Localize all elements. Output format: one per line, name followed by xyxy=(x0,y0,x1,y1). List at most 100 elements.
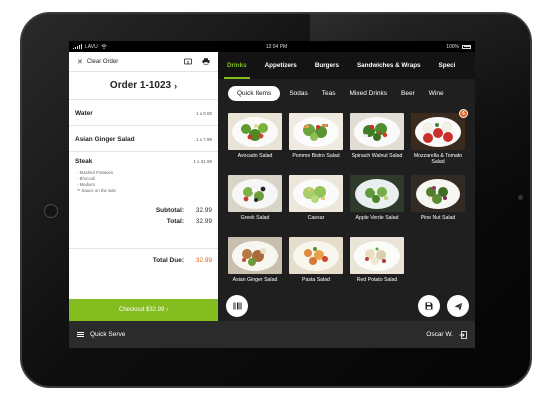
logout-icon xyxy=(459,330,467,339)
send-icon xyxy=(454,301,463,310)
order-line-item[interactable]: Water 1 x 0.00 xyxy=(69,100,218,126)
menu-item-tile[interactable]: Greek Salad xyxy=(228,175,282,232)
item-label: Pine Nut Salad xyxy=(420,215,456,221)
item-name: Water xyxy=(75,109,93,117)
item-label: Caesar xyxy=(307,215,325,221)
tab-drinks[interactable]: Drinks xyxy=(218,52,256,79)
bottom-bar: Quick Serve Oscar W. xyxy=(69,321,475,348)
svg-text:$: $ xyxy=(187,59,190,64)
item-label: Pasta Salad xyxy=(302,277,330,283)
item-qty-price: 1 x 7.99 xyxy=(195,136,212,142)
status-bar: LAVU 12:04 PM 100% xyxy=(69,41,475,52)
checkout-button[interactable]: Checkout $32.99 › xyxy=(69,299,218,321)
item-label: Greek Salad xyxy=(240,215,270,221)
carrier-label: LAVU xyxy=(85,43,98,50)
subcategory-tabs: Quick Items Sodas Teas Mixed Drinks Beer… xyxy=(218,82,475,104)
menu-item-tile[interactable]: Pasta Salad xyxy=(289,237,343,294)
subtotals: Subtotal: 32.99 Total: 32.99 xyxy=(69,205,218,227)
item-label: Apple Verde Salad xyxy=(355,215,399,221)
category-tabs: Drinks Appetizers Burgers Sandwiches & W… xyxy=(218,52,475,79)
modifier-list: - Mashed Potatoes - Broccoli - Medium **… xyxy=(75,170,212,194)
total-due: Total Due: 32.99 xyxy=(69,248,218,266)
battery-icon xyxy=(462,44,471,49)
barcode-scan-button[interactable] xyxy=(226,295,248,317)
menu-item-tile[interactable]: Pomme Bistro Salad xyxy=(289,113,343,170)
screen: LAVU 12:04 PM 100% ✕ Clear Order $ Order… xyxy=(69,41,475,348)
food-image xyxy=(411,175,465,212)
home-button[interactable] xyxy=(44,204,58,218)
menu-item-tile[interactable]: Avocado Salad xyxy=(228,113,282,170)
order-title-text: Order 1-1023 xyxy=(109,80,172,91)
item-count-badge: 6 xyxy=(459,109,468,118)
close-icon[interactable]: ✕ xyxy=(77,58,83,66)
total-due-value: 32.99 xyxy=(195,257,212,264)
modifier: ** Sauce on the side xyxy=(77,188,116,193)
food-image xyxy=(411,113,465,150)
food-image xyxy=(228,237,282,274)
clear-order-button[interactable]: Clear Order xyxy=(87,59,174,65)
food-image xyxy=(228,113,282,150)
food-image xyxy=(350,237,404,274)
item-label: Red Potato Salad xyxy=(356,277,398,283)
item-label: Pomme Bistro Salad xyxy=(292,153,340,159)
subtab-beer[interactable]: Beer xyxy=(394,87,422,100)
wifi-icon xyxy=(100,44,107,49)
menu-item-tile[interactable]: Mozzarella & Tomato Salad 6 xyxy=(411,109,468,170)
menu-item-tile[interactable]: Spinach Walnut Salad xyxy=(350,113,404,170)
menu-item-grid: Avocado Salad Pomme Bistro Salad Spinach… xyxy=(228,109,468,294)
food-image xyxy=(350,175,404,212)
printer-icon[interactable] xyxy=(202,58,210,65)
food-image xyxy=(228,175,282,212)
item-label: Asian Ginger Salad xyxy=(232,277,278,283)
user-name: Oscar W. xyxy=(426,331,453,338)
order-line-item[interactable]: Asian Ginger Salad 1 x 7.99 xyxy=(69,126,218,152)
camera-dot xyxy=(518,195,523,200)
food-image xyxy=(350,113,404,150)
user-logout[interactable]: Oscar W. xyxy=(426,330,467,339)
menu-item-tile[interactable]: Red Potato Salad xyxy=(350,237,404,294)
order-panel: ✕ Clear Order $ Order 1-1023 › Water 1 x… xyxy=(69,52,218,321)
hamburger-icon xyxy=(77,331,84,338)
menu-area: Drinks Appetizers Burgers Sandwiches & W… xyxy=(218,52,475,321)
cash-icon[interactable]: $ xyxy=(184,58,192,65)
tab-sandwiches-wraps[interactable]: Sandwiches & Wraps xyxy=(348,52,430,79)
subtab-mixed-drinks[interactable]: Mixed Drinks xyxy=(342,87,394,100)
subtab-quick-items[interactable]: Quick Items xyxy=(228,85,281,101)
item-label: Mozzarella & Tomato Salad xyxy=(413,153,463,165)
menu-item-tile[interactable]: Apple Verde Salad xyxy=(350,175,404,232)
subtab-sodas[interactable]: Sodas xyxy=(282,87,314,100)
menu-item-tile[interactable]: Pine Nut Salad xyxy=(411,175,465,232)
chevron-right-icon: › xyxy=(174,80,178,91)
menu-item-tile[interactable]: Asian Ginger Salad xyxy=(228,237,282,294)
tab-specials[interactable]: Speci xyxy=(430,52,465,79)
subtotal-label: Subtotal: xyxy=(155,207,184,214)
total-value: 32.99 xyxy=(195,218,212,225)
item-label: Spinach Walnut Salad xyxy=(351,153,403,159)
item-qty-price: 1 x 31.99 xyxy=(193,158,212,164)
item-name: Steak xyxy=(75,157,93,165)
tab-burgers[interactable]: Burgers xyxy=(306,52,348,79)
subtotal-value: 32.99 xyxy=(195,207,212,214)
order-title[interactable]: Order 1-1023 › xyxy=(69,72,218,100)
item-qty-price: 1 x 0.00 xyxy=(195,110,212,116)
signal-icon xyxy=(73,44,82,49)
subtab-teas[interactable]: Teas xyxy=(315,87,343,100)
mode-label: Quick Serve xyxy=(90,331,126,338)
menu-toggle[interactable]: Quick Serve xyxy=(77,331,125,338)
send-order-button[interactable] xyxy=(447,295,469,317)
save-order-button[interactable] xyxy=(418,295,440,317)
item-label: Avocado Salad xyxy=(237,153,273,159)
food-image xyxy=(289,237,343,274)
menu-item-tile[interactable]: Caesar xyxy=(289,175,343,232)
food-image xyxy=(289,113,343,150)
order-toolbar: ✕ Clear Order $ xyxy=(69,52,218,72)
status-time: 12:04 PM xyxy=(265,43,288,50)
subtab-wine[interactable]: Wine xyxy=(422,87,451,100)
food-image xyxy=(289,175,343,212)
tab-appetizers[interactable]: Appetizers xyxy=(256,52,306,79)
barcode-icon xyxy=(233,302,241,310)
total-due-label: Total Due: xyxy=(152,257,184,264)
order-line-item[interactable]: Steak 1 x 31.99 - Mashed Potatoes - Broc… xyxy=(69,152,218,212)
total-label: Total: xyxy=(166,218,184,225)
item-name: Asian Ginger Salad xyxy=(75,135,135,143)
